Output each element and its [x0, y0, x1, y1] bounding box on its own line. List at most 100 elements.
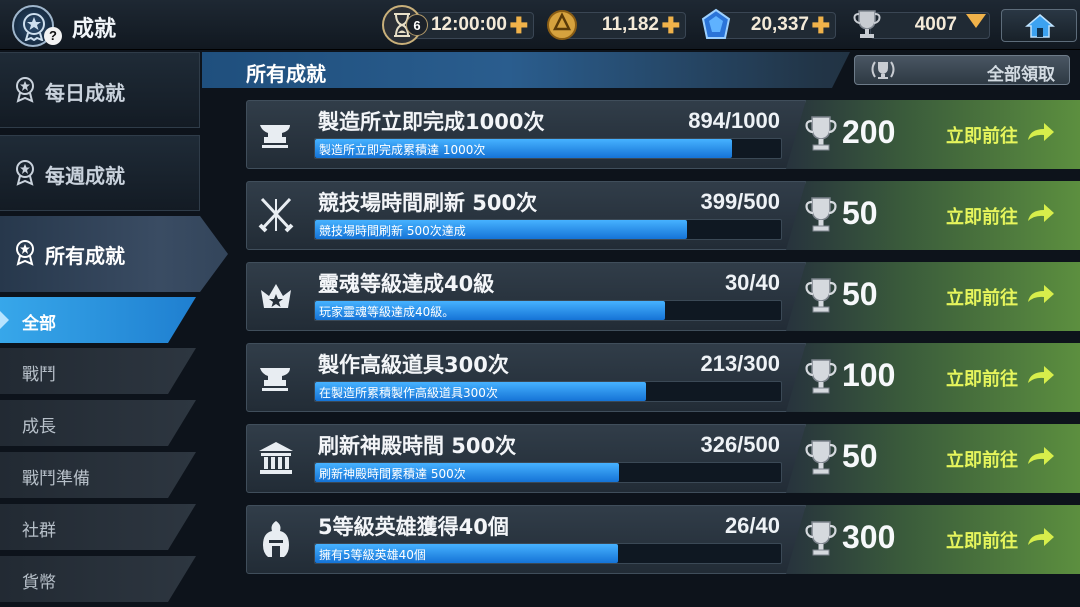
trophy-value: 4007	[914, 14, 957, 35]
reward-points: 200	[842, 114, 896, 150]
go-now-label: 立即前往	[946, 126, 1018, 147]
home-icon	[1025, 14, 1055, 38]
claim-all-button[interactable]: 全部領取	[854, 55, 1070, 85]
anvil-icon	[256, 357, 296, 401]
trophy-icon	[805, 197, 837, 232]
page-title: 成就	[72, 17, 117, 42]
arrow-right-icon	[1028, 285, 1054, 303]
reward-points: 50	[842, 438, 878, 474]
reward-points: 100	[842, 357, 896, 393]
progress-bar: 在製造所累積製作高級道具300次	[314, 381, 782, 402]
medal-icon	[16, 160, 34, 186]
claim-all-label: 全部領取	[987, 65, 1055, 85]
crossed-swords-icon	[256, 195, 296, 239]
progress-bar: 競技場時間刷新 500次達成	[314, 219, 782, 240]
filter-growth[interactable]: 成長	[0, 400, 196, 446]
tab-all-achievements[interactable]: 所有成就	[0, 216, 228, 292]
filter-label: 全部	[22, 314, 56, 334]
medal-icon	[16, 77, 34, 103]
go-now-label: 立即前往	[946, 288, 1018, 309]
gold-value: 11,182	[601, 14, 659, 35]
trophy-icon	[853, 10, 881, 38]
trophy-icon	[805, 359, 837, 394]
achievement-row: 5等級英雄獲得40個 26/40 擁有5等級英雄40個 300 立即前往	[246, 505, 1080, 574]
go-now-label: 立即前往	[946, 531, 1018, 552]
go-now-label: 立即前往	[946, 450, 1018, 471]
add-stamina-button[interactable]: ✚	[510, 13, 528, 39]
achievement-title: 5等級英雄獲得40個	[318, 515, 509, 539]
top-bar: ? 成就 12:00:00 ✚ 6 11,182 ✚ 20,337 ✚ 4007	[0, 0, 1080, 50]
add-gem-button[interactable]: ✚	[812, 13, 830, 39]
tab-weekly-achievements[interactable]: 每週成就	[0, 135, 200, 211]
go-now-button[interactable]: 50 立即前往	[786, 181, 1080, 250]
go-now-button[interactable]: 100 立即前往	[786, 343, 1080, 412]
medal-icon	[16, 240, 34, 266]
trophy-icon	[805, 521, 837, 556]
progress-bar: 擁有5等級英雄40個	[314, 543, 782, 564]
filter-label: 成長	[22, 417, 56, 437]
temple-icon	[256, 438, 296, 482]
achievement-progress: 326/500	[700, 432, 780, 457]
reward-points: 300	[842, 519, 896, 555]
achievement-description: 在製造所累積製作高級道具300次	[319, 386, 498, 400]
achievement-progress: 894/1000	[688, 108, 780, 133]
anvil-icon	[256, 114, 296, 158]
go-now-button[interactable]: 300 立即前往	[786, 505, 1080, 574]
arrow-right-icon	[1028, 123, 1054, 141]
chevron-down-icon[interactable]	[966, 14, 986, 28]
go-now-button[interactable]: 50 立即前往	[786, 424, 1080, 493]
achievement-row: 製作高級道具300次 213/300 在製造所累積製作高級道具300次 100 …	[246, 343, 1080, 412]
timer-value: 12:00:00	[430, 14, 507, 35]
achievement-progress: 399/500	[700, 189, 780, 214]
gold-coin-icon	[547, 10, 577, 40]
add-gold-button[interactable]: ✚	[662, 13, 680, 39]
question-icon[interactable]: ?	[44, 27, 62, 45]
achievement-row: 競技場時間刷新 500次 399/500 競技場時間刷新 500次達成 50 立…	[246, 181, 1080, 250]
reward-points: 50	[842, 195, 878, 231]
sidebar: 每日成就 每週成就 所有成就 全部 戰鬥 成長 戰鬥準備 社群 貨幣	[0, 50, 230, 607]
go-now-label: 立即前往	[946, 369, 1018, 390]
filter-currency[interactable]: 貨幣	[0, 556, 196, 602]
filter-battle-prep[interactable]: 戰鬥準備	[0, 452, 196, 498]
achievement-list: 製造所立即完成1000次 894/1000 製造所立即完成累積達 1000次 2…	[246, 100, 1080, 607]
achievement-title: 靈魂等級達成40級	[318, 272, 495, 296]
laurel-trophy-icon	[871, 61, 895, 79]
achievement-description: 刷新神殿時間累積達 500次	[319, 467, 466, 481]
timer-badge: 6	[406, 14, 428, 36]
achievement-row: 靈魂等級達成40級 30/40 玩家靈魂等級達成40級。 50 立即前往	[246, 262, 1080, 331]
achievement-row: 製造所立即完成1000次 894/1000 製造所立即完成累積達 1000次 2…	[246, 100, 1080, 169]
crown-icon	[256, 276, 296, 320]
reward-points: 50	[842, 276, 878, 312]
go-now-button[interactable]: 200 立即前往	[786, 100, 1080, 169]
tab-label: 每週成就	[45, 164, 125, 188]
filter-label: 戰鬥	[22, 365, 56, 385]
achievement-description: 製造所立即完成累積達 1000次	[319, 143, 486, 157]
go-now-label: 立即前往	[946, 207, 1018, 228]
blue-gem-icon	[701, 8, 731, 39]
gem-value: 20,337	[750, 14, 809, 35]
arrow-right-icon	[1028, 447, 1054, 465]
achievement-title: 製造所立即完成1000次	[318, 110, 545, 134]
achievement-progress: 30/40	[724, 270, 780, 295]
filter-social[interactable]: 社群	[0, 504, 196, 550]
progress-bar: 刷新神殿時間累積達 500次	[314, 462, 782, 483]
achievement-progress: 213/300	[700, 351, 780, 376]
trophy-icon	[805, 116, 837, 151]
gold-counter[interactable]: 11,182 ✚	[560, 12, 686, 39]
spartan-helmet-icon	[256, 519, 296, 563]
achievement-title: 競技場時間刷新 500次	[318, 191, 538, 215]
achievement-progress: 26/40	[724, 513, 780, 538]
go-now-button[interactable]: 50 立即前往	[786, 262, 1080, 331]
filter-battle[interactable]: 戰鬥	[0, 348, 196, 394]
achievement-title: 刷新神殿時間 500次	[318, 434, 517, 458]
tab-label: 每日成就	[45, 81, 125, 105]
filter-all[interactable]: 全部	[0, 297, 196, 343]
section-title: 所有成就	[246, 62, 326, 86]
tab-daily-achievements[interactable]: 每日成就	[0, 52, 200, 128]
filter-label: 社群	[22, 521, 56, 541]
home-button[interactable]	[1001, 9, 1077, 42]
achievement-description: 競技場時間刷新 500次達成	[319, 224, 466, 238]
arrow-right-icon	[1028, 528, 1054, 546]
gem-counter[interactable]: 20,337 ✚	[714, 12, 836, 39]
trophy-icon	[805, 440, 837, 475]
